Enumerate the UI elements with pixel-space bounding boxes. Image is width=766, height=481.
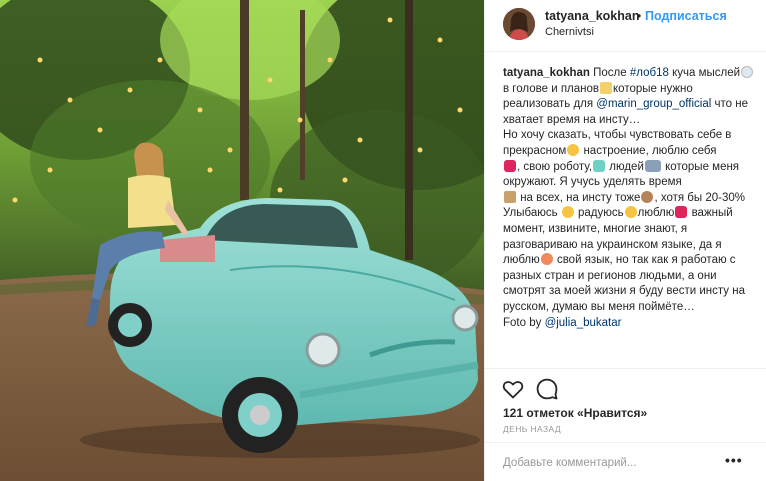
caption-text: людей [606, 160, 644, 173]
more-options-icon[interactable]: ••• [725, 452, 743, 468]
monkey-emoji-icon [641, 190, 654, 203]
caption-text: настроение, люблю себя [580, 144, 717, 157]
header-username[interactable]: tatyana_kokhan [545, 9, 639, 23]
mention-link[interactable]: @julia_bukatar [545, 317, 622, 329]
caption-text: , свою роботу, [517, 160, 593, 173]
post-actions: 121 отметок «Нравится» ДЕНЬ НАЗАД [485, 368, 766, 434]
caption-text: Улыбаюсь [503, 207, 561, 220]
heart-eyes-emoji-icon [540, 253, 553, 266]
memo-emoji-icon [600, 81, 613, 94]
caption-text: в голове и планов [503, 82, 600, 95]
post-timestamp[interactable]: ДЕНЬ НАЗАД [503, 424, 561, 434]
caption-text: люблю [637, 207, 675, 220]
location-link[interactable]: Chernivtsi [545, 26, 594, 38]
heart-emoji-icon [504, 159, 516, 172]
relieved-emoji-icon [624, 206, 637, 219]
hourglass-emoji-icon [504, 190, 516, 203]
likes-count[interactable]: 121 отметок «Нравится» [503, 406, 647, 420]
grin-emoji-icon [561, 206, 574, 219]
hashtag-link[interactable]: #лоб18 [630, 67, 669, 79]
header-separator: • [637, 9, 642, 23]
photo-image [0, 0, 484, 481]
post-photo[interactable] [0, 0, 484, 481]
post-side-panel: tatyana_kokhan • Подписаться Chernivtsi … [484, 0, 766, 481]
avatar-image [503, 8, 535, 40]
caption-text: , хотя бы 20-30% [654, 191, 745, 204]
caption-username[interactable]: tatyana_kokhan [503, 67, 590, 79]
caption-text: радуюсь [574, 207, 624, 220]
comment-section: ••• [485, 442, 766, 481]
mention-link[interactable]: @marin_group_official [596, 98, 711, 110]
caption-text: куча мыслей [668, 67, 741, 79]
caption-text: на всех, на инсту тоже [517, 191, 641, 204]
caption-text: Foto by [503, 316, 545, 329]
caption-text: После [589, 67, 630, 79]
thought-bubble-emoji-icon [741, 66, 754, 78]
follow-button[interactable]: Подписаться [645, 9, 727, 23]
avatar[interactable] [503, 8, 535, 40]
heart-emoji-icon [675, 206, 688, 219]
smile-emoji-icon [567, 143, 580, 156]
comment-input[interactable] [503, 453, 723, 473]
people-emoji-icon [644, 159, 661, 172]
post-header: tatyana_kokhan • Подписаться Chernivtsi [485, 0, 766, 52]
comment-icon[interactable] [535, 377, 559, 401]
dress-emoji-icon [593, 159, 606, 172]
post-caption: tatyana_kokhan После #лоб18 куча мыслей … [503, 66, 755, 368]
heart-icon[interactable] [501, 377, 525, 401]
